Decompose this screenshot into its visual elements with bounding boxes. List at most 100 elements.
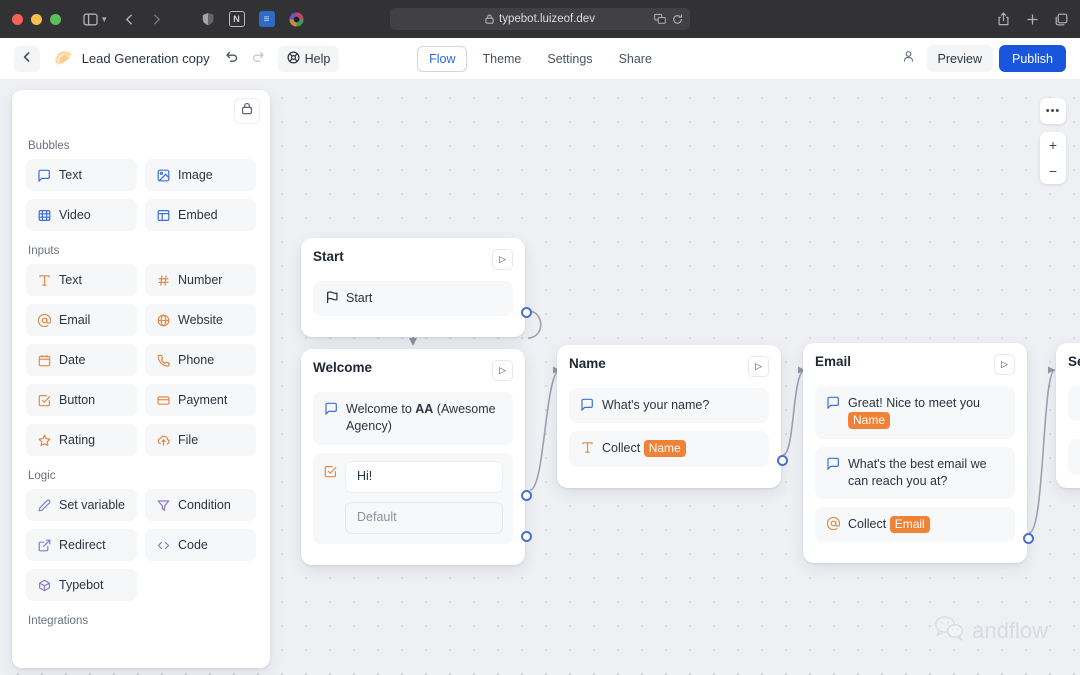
browser-toolbar-right [997,12,1068,26]
publish-button[interactable]: Publish [999,45,1066,72]
block-bubble-text[interactable]: What's the best email we can reach you a… [815,446,1015,499]
forward-button[interactable] [150,13,163,26]
variable-tag[interactable]: Name [848,412,891,430]
block-logic-condition[interactable]: Condition [145,489,256,521]
block-bubble-text[interactable]: Welcome to AA (Awesome Agency) [313,392,513,445]
button-items: Hi! Default [345,460,503,534]
address-bar[interactable]: typebot.luizeof.dev [390,8,690,30]
block-input[interactable] [1068,439,1080,475]
source-handle-button-item[interactable] [521,490,532,501]
bot-name[interactable]: Lead Generation copy [82,51,210,66]
block-input-email[interactable]: Email [26,304,137,336]
block-logic-set-variable[interactable]: Set variable [26,489,137,521]
play-button[interactable]: ▷ [492,249,513,270]
block-logic-typebot[interactable]: Typebot [26,569,137,601]
minimize-window-button[interactable] [31,13,42,25]
zoom-out-button[interactable]: − [1040,158,1066,184]
colorwheel-icon[interactable] [289,12,304,27]
lock-sidebar-button[interactable] [234,98,260,124]
group-start[interactable]: Start ▷ Start [301,238,532,338]
app-toolbar-right: Preview Publish [897,45,1066,72]
group-partial-next[interactable]: Se ▷ [1056,343,1080,488]
box-icon [37,578,51,592]
variable-tag[interactable]: Name [643,440,686,458]
source-handle-button-default[interactable] [521,531,532,542]
block-input-file[interactable]: File [145,424,256,456]
group-email[interactable]: Email ▷ Great! Nice to meet you Name Wha… [803,343,1034,564]
block-input-website[interactable]: Website [145,304,256,336]
undo-button[interactable] [220,47,244,71]
block-input-phone[interactable]: Phone [145,344,256,376]
notion-icon[interactable]: N [228,11,245,27]
block-input-payment[interactable]: Payment [145,384,256,416]
source-handle-start[interactable] [521,307,532,318]
block-label: Payment [178,393,228,407]
share-icon[interactable] [997,12,1010,26]
block-input-date[interactable]: Date [26,344,137,376]
play-button[interactable]: ▷ [748,356,769,377]
block-start[interactable]: Start [313,281,513,317]
check-square-icon [37,393,51,407]
bot-emoji[interactable]: 🥟 [54,51,73,66]
block-bubble-text[interactable] [1068,386,1080,422]
sidebar-toggle-button[interactable]: ▾ [83,13,107,26]
block-bubble-text[interactable]: Great! Nice to meet you Name [815,386,1015,439]
block-input-number[interactable]: Number [145,264,256,296]
help-button[interactable]: Help [277,45,340,72]
reload-icon[interactable] [672,13,683,25]
block-input-button[interactable]: Button [26,384,137,416]
collaborators-button[interactable] [897,47,921,71]
block-label: Rating [59,433,96,447]
block-bubble-video[interactable]: Video [26,199,137,231]
bubbles-grid: Text Image Video Embed [26,159,256,231]
button-item[interactable]: Hi! [345,460,503,493]
tab-theme[interactable]: Theme [471,46,532,72]
group-welcome[interactable]: Welcome ▷ Welcome to AA (Awesome Agency)… [301,349,532,565]
play-button[interactable]: ▷ [492,360,513,381]
maximize-window-button[interactable] [50,13,61,25]
block-logic-code[interactable]: Code [145,529,256,561]
plus-icon[interactable] [1026,13,1039,26]
back-to-dashboard-button[interactable] [14,45,40,72]
translate-icon[interactable] [654,13,666,25]
button-default-item[interactable]: Default [345,501,503,534]
block-bubble-text[interactable]: What's your name? [569,388,769,424]
block-input-rating[interactable]: Rating [26,424,137,456]
source-handle-name[interactable] [777,455,788,466]
block-prefix: Collect [848,517,890,531]
block-bubble-embed[interactable]: Embed [145,199,256,231]
block-label: Embed [178,208,218,222]
block-buttons-input[interactable]: Hi! Default [313,452,513,544]
calendar-icon [37,353,51,367]
shield-icon[interactable] [201,12,215,26]
zoom-in-button[interactable]: + [1040,132,1066,158]
group-name[interactable]: Name ▷ What's your name? Collect Name [557,345,788,488]
blocks-list[interactable]: Bubbles Text Image Video Embed Inputs Te… [12,126,270,666]
tab-flow[interactable]: Flow [417,45,468,72]
block-email-input[interactable]: Collect Email [815,507,1015,543]
undo-icon [225,49,239,68]
bookmark-icon[interactable]: ≡ [258,11,275,27]
help-label: Help [304,51,331,66]
external-link-icon [37,538,51,552]
tab-share[interactable]: Share [608,46,663,72]
group-header: Start ▷ [313,249,513,270]
source-handle-email[interactable] [1023,533,1034,544]
play-button[interactable]: ▷ [994,354,1015,375]
block-bubble-text[interactable]: Text [26,159,137,191]
block-input-text[interactable]: Text [26,264,137,296]
tabs-icon[interactable] [1055,13,1068,26]
canvas-zoom-controls: + − [1040,132,1066,184]
variable-tag[interactable]: Email [889,516,930,533]
back-button[interactable] [123,13,136,26]
redo-button[interactable] [246,47,270,71]
canvas-more-button[interactable]: ••• [1040,98,1066,124]
block-bubble-image[interactable]: Image [145,159,256,191]
block-text: Collect Name [602,440,758,458]
tab-settings[interactable]: Settings [536,46,603,72]
chevron-down-icon[interactable]: ▾ [102,14,107,25]
block-text-input[interactable]: Collect Name [569,431,769,467]
block-logic-redirect[interactable]: Redirect [26,529,137,561]
close-window-button[interactable] [12,13,23,25]
preview-button[interactable]: Preview [926,45,993,72]
